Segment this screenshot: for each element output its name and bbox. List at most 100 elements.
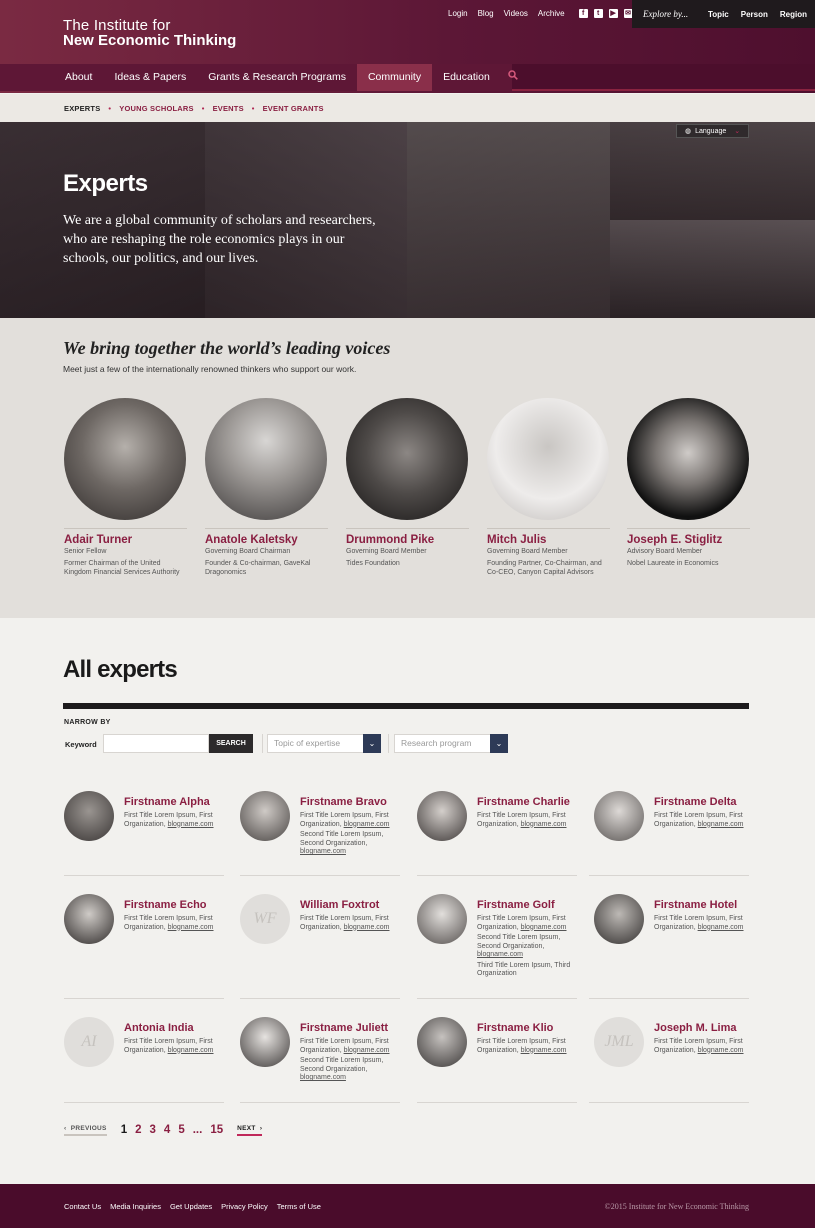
- blog-link[interactable]: blogname.com: [344, 924, 390, 931]
- program-select-value: Research program: [401, 738, 472, 748]
- page-link[interactable]: 3: [150, 1124, 156, 1136]
- footer-media-link[interactable]: Media Inquiries: [110, 1202, 161, 1211]
- footer-updates-link[interactable]: Get Updates: [170, 1202, 212, 1211]
- facebook-icon[interactable]: f: [578, 9, 588, 18]
- avatar: [240, 791, 290, 841]
- expert-title: Second Title Lorem Ipsum, Second Organiz…: [300, 1057, 384, 1073]
- language-selector[interactable]: ◍ Language ⌄: [676, 124, 749, 138]
- expert-name: Joseph M. Lima: [654, 1022, 737, 1034]
- avatar: [240, 1017, 290, 1067]
- nav-grants[interactable]: Grants & Research Programs: [197, 64, 357, 91]
- featured-person[interactable]: Adair Turner Senior Fellow Former Chairm…: [64, 398, 187, 577]
- explore-region[interactable]: Region: [774, 10, 813, 19]
- site-logo[interactable]: The Institute for New Economic Thinking: [63, 18, 236, 48]
- language-label: Language: [695, 127, 727, 135]
- previous-button[interactable]: ‹ PREVIOUS: [64, 1125, 107, 1136]
- expert-name: Firstname Charlie: [477, 796, 570, 808]
- featured-person[interactable]: Mitch Julis Governing Board Member Found…: [487, 398, 610, 577]
- blog-link[interactable]: blogname.com: [521, 821, 567, 828]
- featured-person[interactable]: Anatole Kaletsky Governing Board Chairma…: [205, 398, 328, 577]
- avatar: [417, 791, 467, 841]
- expert-name: Firstname Hotel: [654, 899, 738, 911]
- expert-name: Firstname Golf: [477, 899, 555, 911]
- explore-person[interactable]: Person: [735, 10, 774, 19]
- expert-title: Third Title Lorem Ipsum, Third Organizat…: [477, 961, 571, 978]
- person-role: Governing Board Member: [346, 548, 427, 555]
- avatar: [487, 398, 609, 520]
- page-title: Experts: [63, 170, 148, 197]
- blog-link[interactable]: blogname.com: [698, 821, 744, 828]
- login-link[interactable]: Login: [448, 9, 468, 18]
- utility-links: Login Blog Videos Archive f t ▶ ✉: [448, 9, 633, 18]
- footer-contact-link[interactable]: Contact Us: [64, 1202, 101, 1211]
- avatar: [64, 791, 114, 841]
- hero-intro: We are a global community of scholars an…: [63, 213, 376, 266]
- avatar: [417, 1017, 467, 1067]
- expert-name: Firstname Juliett: [300, 1022, 389, 1034]
- expert-name: Firstname Echo: [124, 899, 207, 911]
- chevron-down-icon: ⌄: [490, 734, 508, 753]
- blog-link[interactable]: blogname.com: [300, 848, 346, 855]
- expert-name: Firstname Alpha: [124, 796, 210, 808]
- subnav-event-grants[interactable]: EVENT GRANTS: [263, 104, 324, 113]
- archive-link[interactable]: Archive: [538, 9, 565, 18]
- keyword-input[interactable]: [103, 734, 209, 753]
- person-desc: Founding Partner, Co-Chairman, and Co-CE…: [487, 560, 602, 576]
- subnav-young-scholars[interactable]: YOUNG SCHOLARS: [119, 104, 193, 113]
- site-header: The Institute for New Economic Thinking …: [0, 0, 815, 93]
- avatar: [594, 894, 644, 944]
- keyword-label: Keyword: [65, 740, 97, 749]
- chevron-down-icon: ⌄: [734, 128, 741, 135]
- page-link[interactable]: 15: [210, 1124, 223, 1136]
- page-link[interactable]: 1: [121, 1124, 127, 1136]
- blog-link[interactable]: blogname.com: [344, 1047, 390, 1054]
- explore-by-bar: Explore by... Topic Person Region: [632, 0, 815, 28]
- person-role: Governing Board Member: [487, 548, 568, 555]
- topic-select-value: Topic of expertise: [274, 738, 341, 748]
- youtube-icon[interactable]: ▶: [608, 9, 618, 18]
- person-desc: Nobel Laureate in Economics: [627, 560, 719, 567]
- person-role: Senior Fellow: [64, 548, 107, 555]
- blog-link[interactable]: blogname.com: [300, 1074, 346, 1081]
- videos-link[interactable]: Videos: [504, 9, 528, 18]
- subnav-events[interactable]: EVENTS: [213, 104, 244, 113]
- blog-link[interactable]: blogname.com: [168, 1047, 214, 1054]
- avatar-placeholder: WF: [240, 894, 290, 944]
- person-desc: Former Chairman of the United Kingdom Fi…: [64, 560, 180, 576]
- expert-name: Firstname Bravo: [300, 796, 387, 808]
- subnav-experts[interactable]: EXPERTS: [64, 104, 100, 113]
- nav-education[interactable]: Education: [432, 64, 501, 91]
- program-select[interactable]: Research program ⌄: [394, 734, 508, 753]
- blog-link[interactable]: blogname.com: [698, 924, 744, 931]
- nav-ideas-papers[interactable]: Ideas & Papers: [103, 64, 197, 91]
- featured-person[interactable]: Joseph E. Stiglitz Advisory Board Member…: [627, 398, 750, 568]
- featured-person[interactable]: Drummond Pike Governing Board Member Tid…: [346, 398, 469, 568]
- search-icon[interactable]: [501, 64, 525, 91]
- blog-link[interactable]: blogname.com: [344, 821, 390, 828]
- blog-link[interactable]: blogname.com: [168, 821, 214, 828]
- topic-select[interactable]: Topic of expertise ⌄: [267, 734, 381, 753]
- blog-link[interactable]: blogname.com: [521, 1047, 567, 1054]
- logo-line-1: The Institute for: [63, 17, 171, 34]
- blog-link[interactable]: Blog: [478, 9, 494, 18]
- page-link[interactable]: 2: [135, 1124, 141, 1136]
- person-name: Drummond Pike: [346, 534, 435, 546]
- footer-privacy-link[interactable]: Privacy Policy: [221, 1202, 268, 1211]
- avatar: [417, 894, 467, 944]
- blog-link[interactable]: blogname.com: [477, 951, 523, 958]
- blog-link[interactable]: blogname.com: [168, 924, 214, 931]
- page-link[interactable]: 4: [164, 1124, 170, 1136]
- footer-terms-link[interactable]: Terms of Use: [277, 1202, 321, 1211]
- search-button[interactable]: SEARCH: [209, 734, 253, 753]
- person-name: Joseph E. Stiglitz: [627, 534, 723, 546]
- blog-link[interactable]: blogname.com: [698, 1047, 744, 1054]
- explore-label: Explore by...: [643, 9, 689, 19]
- next-button[interactable]: NEXT ›: [237, 1125, 263, 1136]
- nav-community[interactable]: Community: [356, 64, 433, 91]
- page-link[interactable]: 5: [178, 1124, 184, 1136]
- hero-banner: ◍ Language ⌄ Experts We are a global com…: [0, 122, 815, 318]
- explore-topic[interactable]: Topic: [702, 10, 735, 19]
- twitter-icon[interactable]: t: [593, 9, 603, 18]
- nav-about[interactable]: About: [54, 64, 103, 91]
- blog-link[interactable]: blogname.com: [521, 924, 567, 931]
